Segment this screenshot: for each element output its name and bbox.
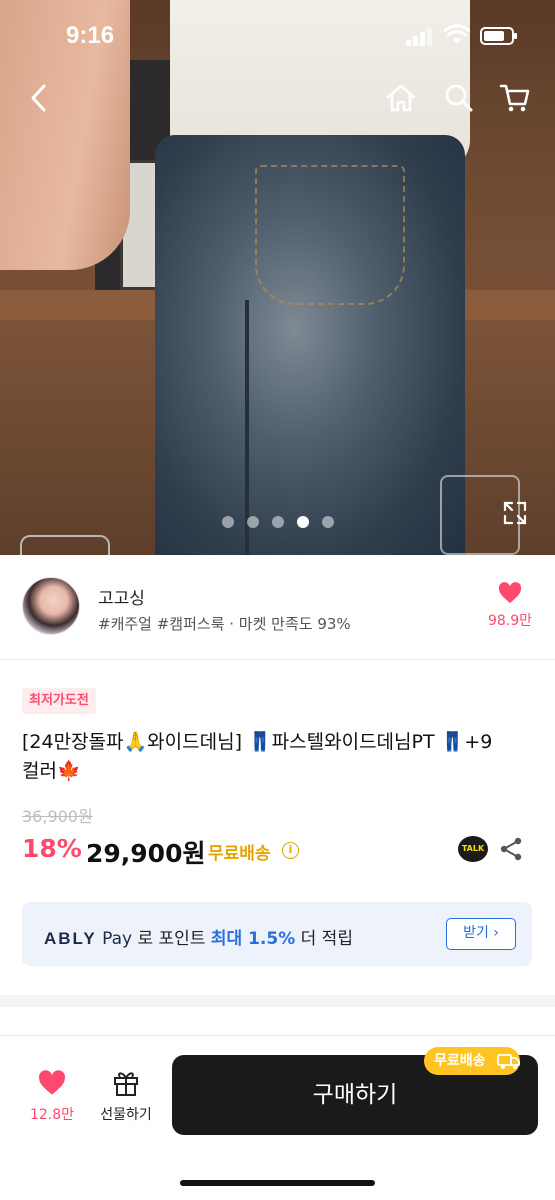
store-like-button[interactable]: 98.9만 <box>480 582 540 630</box>
product-title-line2: 컬러🍁 <box>22 760 81 782</box>
wifi-icon <box>444 24 470 44</box>
store-like-count: 98.9만 <box>487 613 533 629</box>
status-time: 9:16 <box>66 22 115 49</box>
info-icon[interactable]: i <box>282 842 299 859</box>
back-button[interactable] <box>22 80 58 116</box>
pagination-dot[interactable] <box>222 516 234 528</box>
seller-section[interactable] <box>0 555 555 660</box>
jeans-pocket <box>255 165 405 305</box>
product-like-count: 12.8만 <box>29 1107 75 1123</box>
ably-text-before: 로 포인트 <box>132 929 211 949</box>
ably-text-after: 더 적립 <box>295 929 353 949</box>
ably-pay-text: ABLY Pay 로 포인트 최대 1.5% 더 적립 <box>44 924 353 949</box>
sale-price: 29,900원 <box>86 839 206 868</box>
battery-icon <box>480 27 517 45</box>
home-button[interactable] <box>383 80 419 116</box>
original-price: 36,900원 <box>22 807 93 826</box>
seller-name[interactable]: 고고싱 <box>98 584 145 609</box>
gift-label: 선물하기 <box>100 1107 152 1123</box>
expand-icon[interactable] <box>502 500 528 526</box>
ably-pay-banner[interactable]: ABLY Pay 로 포인트 최대 1.5% 더 적립 받기 › <box>22 902 532 966</box>
gallery-pagination[interactable] <box>222 516 334 528</box>
kakao-talk-share-icon[interactable]: TALK <box>458 836 488 862</box>
search-button[interactable] <box>441 80 477 116</box>
cart-button[interactable] <box>497 80 533 116</box>
seller-avatar[interactable] <box>22 577 80 635</box>
product-title: [24만장돌파🙏와이드데님] 👖파스텔와이드데님PT 👖+9 컬러🍁 <box>22 728 542 786</box>
share-icon[interactable] <box>498 836 524 862</box>
status-bar: 9:16 <box>0 0 555 70</box>
pagination-dot[interactable] <box>322 516 334 528</box>
jar <box>20 535 110 555</box>
product-like-button[interactable]: 12.8만 <box>26 1070 78 1124</box>
chevron-left-icon <box>31 84 46 112</box>
ably-highlight: 최대 1.5% <box>210 929 296 949</box>
talk-label: TALK <box>461 844 485 853</box>
gift-button[interactable]: 선물하기 <box>92 1068 160 1124</box>
home-indicator <box>180 1180 375 1186</box>
pagination-dot[interactable] <box>272 516 284 528</box>
product-title-line1: [24만장돌파🙏와이드데님] 👖파스텔와이드데님PT 👖+9 <box>22 731 493 753</box>
truck-icon <box>497 1054 520 1069</box>
lowest-price-badge: 최저가도전 <box>22 688 96 714</box>
ably-pay-word: Pay <box>102 929 133 949</box>
section-divider <box>0 995 555 1007</box>
home-icon <box>386 84 416 112</box>
cellular-signal-icon <box>406 28 434 46</box>
pagination-dot-active[interactable] <box>297 516 309 528</box>
heart-icon <box>498 582 522 603</box>
seller-tags: #캐주얼 #캠퍼스룩 · 마켓 만족도 93% <box>98 615 351 633</box>
receive-button[interactable]: 받기 › <box>446 918 516 950</box>
pagination-dot[interactable] <box>247 516 259 528</box>
gift-icon <box>114 1072 138 1096</box>
ably-logo: ABLY <box>44 929 97 948</box>
search-icon <box>445 84 473 112</box>
free-shipping-label: 무료배송 <box>208 844 271 864</box>
cart-icon <box>499 84 530 112</box>
heart-icon <box>39 1070 65 1095</box>
discount-rate: 18% <box>22 834 82 863</box>
